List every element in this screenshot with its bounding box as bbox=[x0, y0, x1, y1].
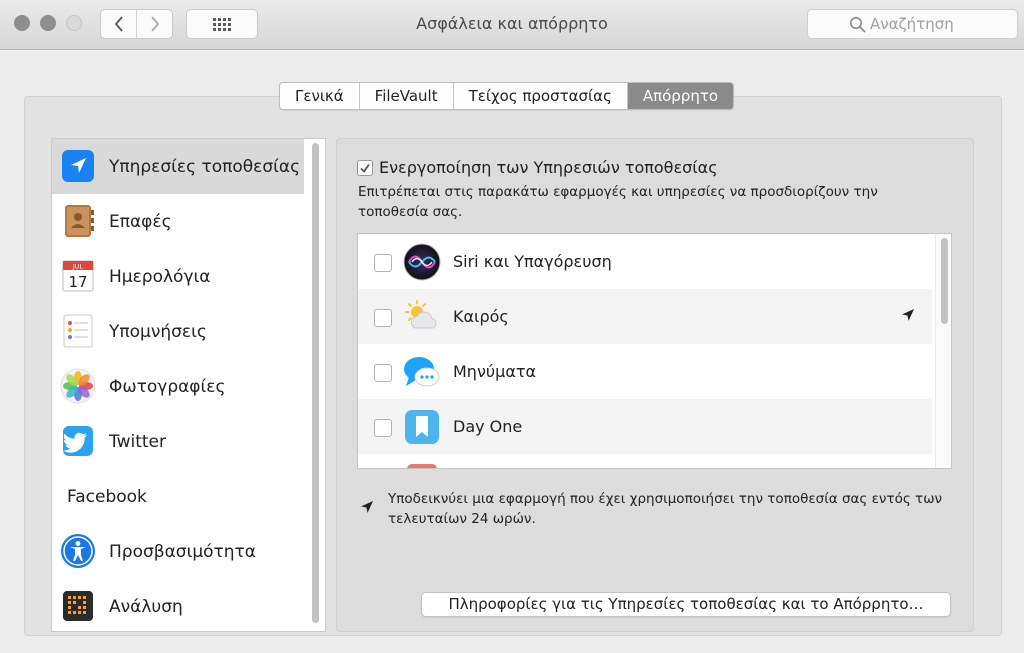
table-row[interactable]: Day One bbox=[358, 399, 932, 454]
sidebar-item-label: Facebook bbox=[67, 486, 147, 507]
sidebar-item-label: Υπηρεσίες τοποθεσίας bbox=[109, 156, 301, 177]
sidebar-item-reminders[interactable]: Υπομνήσεις bbox=[52, 304, 304, 359]
sidebar-item-photos[interactable]: Φωτογραφίες bbox=[52, 359, 304, 414]
table-row[interactable]: Καιρός bbox=[358, 289, 932, 344]
tab-general[interactable]: Γενικά bbox=[280, 83, 359, 109]
search-field[interactable] bbox=[807, 9, 1020, 39]
calendar-icon: JUL 17 bbox=[62, 260, 94, 292]
app-checkbox[interactable] bbox=[374, 364, 392, 382]
table-row[interactable]: Μηνύματα bbox=[358, 344, 932, 399]
privacy-category-list[interactable]: Υπηρεσίες τοποθεσίας Επαφές JUL 17 Ημερο… bbox=[51, 138, 326, 632]
sidebar-item-label: Προσβασιμότητα bbox=[109, 541, 256, 562]
sidebar-item-location-services[interactable]: Υπηρεσίες τοποθεσίας bbox=[52, 139, 304, 194]
location-description: Επιτρέπεται στις παρακάτω εφαρμογές και … bbox=[358, 184, 878, 220]
weather-icon bbox=[405, 300, 437, 329]
sidebar-item-label: Ημερολόγια bbox=[109, 266, 211, 287]
title-bar: Ασφάλεια και απόρρητο bbox=[0, 0, 1024, 50]
sidebar-item-twitter[interactable]: Twitter bbox=[52, 414, 304, 469]
tab-privacy[interactable]: Απόρρητο bbox=[626, 83, 734, 109]
sidebar-item-label: Twitter bbox=[109, 431, 166, 452]
sidebar-item-label: Φωτογραφίες bbox=[109, 376, 226, 397]
app-checkbox[interactable] bbox=[374, 254, 392, 272]
enable-location-services-label: Ενεργοποίηση των Υπηρεσιών τοποθεσίας bbox=[379, 158, 718, 177]
app-location-list[interactable]: Siri και Υπαγόρευση Καιρός Μηνύματα Day … bbox=[357, 233, 952, 469]
app-list-scrollbar-thumb[interactable] bbox=[941, 238, 948, 324]
app-name: Siri και Υπαγόρευση bbox=[453, 252, 612, 271]
accessibility-icon bbox=[61, 534, 95, 568]
enable-location-services-checkbox[interactable] bbox=[357, 159, 373, 176]
about-location-privacy-button[interactable]: Πληροφορίες για τις Υπηρεσίες τοποθεσίας… bbox=[421, 592, 951, 617]
sidebar-item-calendars[interactable]: JUL 17 Ημερολόγια bbox=[52, 249, 304, 304]
app-checkbox[interactable] bbox=[374, 419, 392, 437]
app-icon-partial bbox=[407, 464, 437, 468]
svg-text:JUL: JUL bbox=[72, 263, 84, 271]
app-list-scrollbar[interactable] bbox=[935, 234, 951, 468]
checkmark-icon bbox=[360, 163, 370, 173]
sidebar-item-facebook[interactable]: Facebook bbox=[52, 469, 304, 524]
sidebar-item-analytics[interactable]: Ανάλυση bbox=[52, 579, 304, 631]
sidebar-item-accessibility[interactable]: Προσβασιμότητα bbox=[52, 524, 304, 579]
sidebar-item-contacts[interactable]: Επαφές bbox=[52, 194, 304, 249]
location-arrow-icon bbox=[62, 150, 94, 182]
location-arrow-icon bbox=[361, 501, 373, 513]
messages-icon bbox=[404, 357, 440, 387]
table-row[interactable]: Siri και Υπαγόρευση bbox=[358, 234, 932, 289]
sidebar-item-label: Ανάλυση bbox=[109, 596, 183, 617]
search-input[interactable] bbox=[870, 15, 1020, 33]
analytics-icon bbox=[63, 591, 93, 621]
search-icon bbox=[850, 17, 866, 33]
reminders-icon bbox=[63, 314, 93, 348]
recent-use-note-text: Υποδεικνύει μια εφαρμογή που έχει χρησιμ… bbox=[388, 491, 943, 527]
contacts-book-icon bbox=[65, 205, 94, 237]
sidebar-item-label: Επαφές bbox=[109, 211, 172, 232]
app-name: Καιρός bbox=[453, 307, 509, 326]
twitter-icon bbox=[63, 426, 93, 456]
day-one-icon bbox=[405, 410, 439, 444]
location-arrow-icon bbox=[902, 309, 914, 321]
app-checkbox[interactable] bbox=[374, 309, 392, 327]
sidebar-scrollbar[interactable] bbox=[309, 143, 321, 629]
tab-firewall[interactable]: Τείχος προστασίας bbox=[452, 83, 627, 109]
enable-location-services-row[interactable]: Ενεργοποίηση των Υπηρεσιών τοποθεσίας bbox=[357, 158, 718, 177]
sidebar-scrollbar-thumb[interactable] bbox=[312, 143, 319, 623]
sidebar-item-label: Υπομνήσεις bbox=[109, 321, 207, 342]
siri-icon bbox=[403, 243, 441, 281]
tab-filevault[interactable]: FileVault bbox=[358, 83, 453, 109]
photos-icon bbox=[60, 368, 96, 404]
app-name: Day One bbox=[453, 417, 523, 436]
svg-text:17: 17 bbox=[68, 273, 87, 291]
app-name: Μηνύματα bbox=[453, 362, 537, 381]
tab-bar: Γενικά FileVault Τείχος προστασίας Απόρρ… bbox=[279, 82, 735, 110]
